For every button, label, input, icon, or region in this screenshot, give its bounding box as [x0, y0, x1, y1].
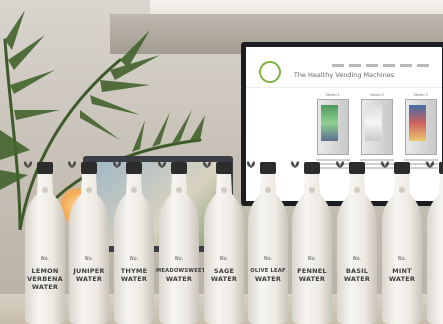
water-bottle: No. FENNEL WATER — [289, 160, 335, 324]
herb-leaf-icon — [68, 161, 76, 168]
bottle-shape — [248, 162, 288, 324]
water-bottle: No. OLIVE LEAF WATER — [245, 160, 291, 324]
bottle-label-text: WATER — [298, 275, 326, 283]
herb-leaf-icon — [113, 161, 121, 168]
bottle-shape — [427, 162, 443, 324]
bottle-shape — [69, 162, 109, 324]
bottle-number-mark: No. — [397, 256, 407, 262]
water-bottle: No. MINT WATER — [379, 160, 425, 324]
bottle-label-text: WATER — [165, 275, 193, 283]
bottle-label-text: WATER — [254, 275, 282, 283]
herb-leaf-icon — [24, 161, 32, 168]
bottle-shape — [25, 162, 65, 324]
water-bottle: No. LEMON VERBENA WATER — [22, 160, 68, 324]
bottle-number-mark: No. — [307, 256, 317, 262]
water-bottle: No. THYME WATER — [111, 160, 157, 324]
bottle-shape — [337, 162, 377, 324]
bottle-label-text: WATER — [120, 275, 148, 283]
bottle-label-text: BASIL — [345, 267, 369, 275]
bottle-label-text: FENNEL — [297, 267, 327, 275]
bottle-label-text: JUNIPER — [73, 267, 105, 275]
water-bottle: No. R — [424, 160, 443, 324]
bottle-shape — [114, 162, 154, 324]
bottle-label-text: WATER — [343, 275, 371, 283]
water-bottle: No. MEADOWSWEET WATER — [156, 160, 206, 324]
water-bottle: No. BASIL WATER — [334, 160, 380, 324]
bottle-shape — [159, 162, 199, 324]
bottle-row: No. LEMON VERBENA WATER No. JUNIPER WATER No. TH… — [0, 0, 443, 324]
bottle-label-text: WATER — [388, 275, 416, 283]
herb-leaf-icon — [203, 161, 211, 168]
bottle-label-text: WATER — [210, 275, 238, 283]
bottle-shape — [204, 162, 244, 324]
water-bottle: No. JUNIPER WATER — [66, 160, 112, 324]
herb-leaf-icon — [336, 161, 344, 168]
herb-leaf-icon — [158, 161, 166, 168]
water-bottle: No. SAGE WATER — [201, 160, 247, 324]
bottle-number-mark: No. — [84, 256, 94, 262]
herb-leaf-icon — [291, 161, 299, 168]
bottle-label-text: OLIVE LEAF — [250, 268, 286, 274]
bottle-label-text: MINT — [392, 267, 412, 275]
bottle-shape — [382, 162, 422, 324]
bottle-number-mark: No. — [129, 256, 139, 262]
photo-scene: The Healthy Vending Machines Model 1 Mod… — [0, 0, 443, 324]
bottle-label-text: SAGE — [213, 267, 235, 275]
bottle-number-mark: No. — [352, 256, 362, 262]
bottle-label-text: THYME — [120, 267, 148, 275]
bottle-label-text: VERBENA — [27, 275, 63, 283]
herb-leaf-icon — [381, 161, 389, 168]
bottle-label-text: LEMON — [31, 267, 59, 275]
bottle-label-text: R — [424, 267, 443, 275]
bottle-label-text: WATER — [31, 283, 59, 291]
herb-leaf-icon — [247, 161, 255, 168]
bottle-number-mark: No. — [219, 256, 229, 262]
bottle-label-text: MEADOWSWEET — [156, 268, 206, 274]
bottle-label-text: WATER — [75, 275, 103, 283]
bottle-number-mark: No. — [174, 256, 184, 262]
bottle-number-mark: No. — [424, 256, 443, 262]
herb-leaf-icon — [426, 161, 434, 168]
bottle-number-mark: No. — [40, 256, 50, 262]
bottle-shape — [292, 162, 332, 324]
bottle-number-mark: No. — [263, 256, 273, 262]
